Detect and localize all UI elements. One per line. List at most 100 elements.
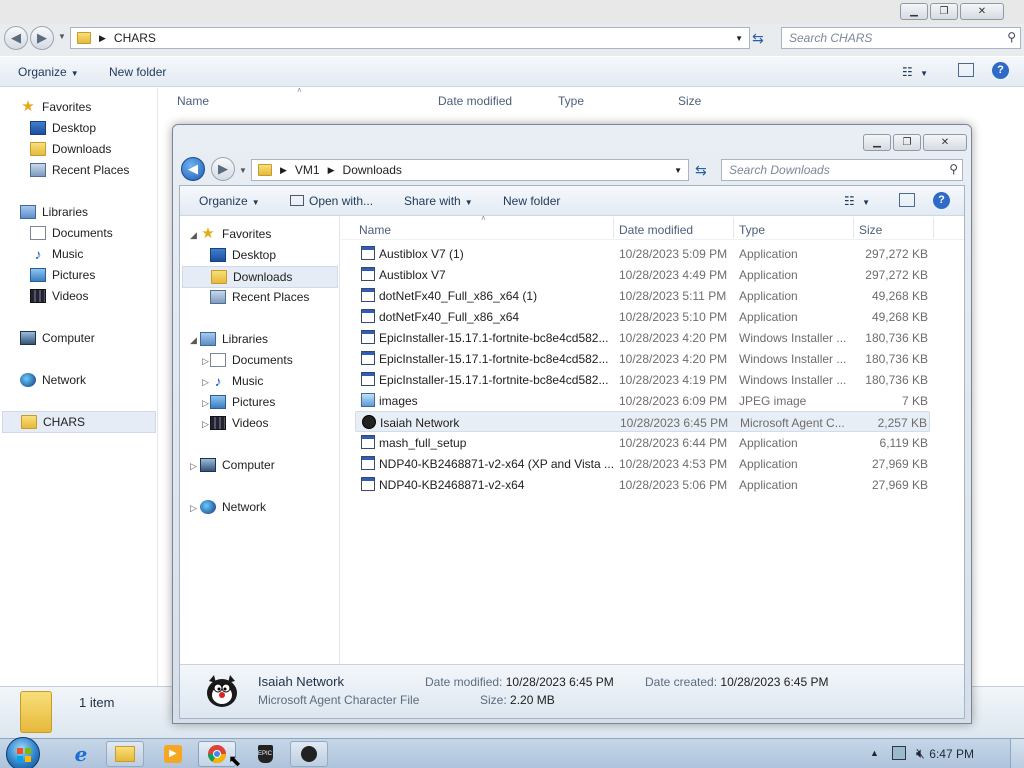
- nav-favorites[interactable]: ★ Favorites: [20, 99, 91, 114]
- views-icon[interactable]: ☷ ▼: [902, 65, 928, 79]
- file-row[interactable]: mash_full_setup 10/28/2023 6:44 PM Applica…: [355, 432, 930, 453]
- column-type[interactable]: Type: [739, 223, 765, 237]
- views-icon[interactable]: ☷ ▼: [844, 194, 870, 208]
- file-row[interactable]: Austiblox V7 (1) 10/28/2023 5:09 PM Applic…: [355, 243, 930, 264]
- agent-character-icon[interactable]: [290, 741, 328, 767]
- expand-arrow-icon[interactable]: ▷: [190, 461, 197, 472]
- share-with-button[interactable]: Share with ▼: [404, 194, 473, 208]
- nav-network[interactable]: Network: [20, 373, 86, 387]
- nav-music[interactable]: ♪ Music: [210, 374, 264, 388]
- file-row[interactable]: NDP40-KB2468871-v2-x64 10/28/2023 5:06 PM…: [355, 474, 930, 495]
- refresh-icon[interactable]: ⇆: [752, 30, 764, 47]
- column-size[interactable]: Size: [859, 223, 882, 237]
- file-row[interactable]: dotNetFx40_Full_x86_x64 (1) 10/28/2023 5:…: [355, 285, 930, 306]
- nav-pictures[interactable]: Pictures: [30, 268, 95, 282]
- address-bar[interactable]: ▶ CHARS ▼: [70, 27, 750, 49]
- column-type[interactable]: Type: [558, 94, 584, 108]
- start-button[interactable]: [6, 737, 40, 768]
- file-row[interactable]: images 10/28/2023 6:09 PM JPEG image 7 KB: [355, 390, 930, 411]
- organize-button[interactable]: Organize ▼: [18, 65, 79, 79]
- close-button[interactable]: ✕: [960, 3, 1004, 20]
- expand-arrow-icon[interactable]: ▷: [202, 398, 209, 409]
- nav-libraries[interactable]: Libraries: [20, 205, 88, 219]
- column-date-modified[interactable]: Date modified: [619, 223, 693, 237]
- recent-pages-dropdown[interactable]: ▼: [58, 32, 66, 41]
- nav-recent-places[interactable]: Recent Places: [210, 290, 309, 304]
- expand-arrow-icon[interactable]: ▷: [202, 377, 209, 388]
- file-row[interactable]: EpicInstaller-15.17.1-fortnite-bc8e4cd58…: [355, 327, 930, 348]
- expand-arrow-icon[interactable]: ▷: [202, 356, 209, 367]
- back-button[interactable]: ◀: [181, 157, 205, 181]
- search-input[interactable]: Search Downloads ⚲: [721, 159, 963, 181]
- nav-computer[interactable]: Computer: [200, 458, 275, 472]
- network-status-icon[interactable]: [892, 746, 906, 760]
- nav-music[interactable]: ♪ Music: [30, 247, 84, 261]
- file-row[interactable]: dotNetFx40_Full_x86_x64 10/28/2023 5:10 P…: [355, 306, 930, 327]
- file-type: Application: [739, 289, 798, 303]
- breadcrumb-vm1[interactable]: VM1: [295, 163, 320, 177]
- nav-videos[interactable]: Videos: [210, 416, 268, 430]
- help-icon[interactable]: ?: [992, 62, 1009, 79]
- search-input[interactable]: Search CHARS ⚲: [781, 27, 1021, 49]
- nav-recent-places[interactable]: Recent Places: [30, 163, 129, 177]
- file-row[interactable]: Austiblox V7 10/28/2023 4:49 PM Applicatio…: [355, 264, 930, 285]
- forward-button[interactable]: ▶: [211, 157, 235, 181]
- maximize-button[interactable]: ❐: [930, 3, 958, 20]
- clock[interactable]: 6:47 PM: [929, 747, 974, 761]
- column-name[interactable]: Name: [177, 94, 209, 108]
- column-name[interactable]: Name: [359, 223, 391, 237]
- nav-chars[interactable]: CHARS: [2, 411, 156, 433]
- nav-pictures[interactable]: Pictures: [210, 395, 275, 409]
- nav-favorites[interactable]: ★ Favorites: [200, 226, 271, 241]
- epic-games-icon[interactable]: EPIC: [246, 741, 284, 767]
- nav-computer[interactable]: Computer: [20, 331, 95, 345]
- collapse-arrow-icon[interactable]: ◢: [190, 335, 197, 346]
- back-button[interactable]: ◀: [4, 26, 28, 50]
- refresh-icon[interactable]: ⇆: [695, 162, 707, 179]
- close-button[interactable]: ✕: [923, 134, 967, 151]
- nav-network[interactable]: Network: [200, 500, 266, 514]
- file-row[interactable]: EpicInstaller-15.17.1-fortnite-bc8e4cd58…: [355, 369, 930, 390]
- maximize-button[interactable]: ❐: [893, 134, 921, 151]
- minimize-button[interactable]: ▁: [863, 134, 891, 151]
- nav-desktop[interactable]: Desktop: [30, 121, 96, 135]
- column-size[interactable]: Size: [678, 94, 701, 108]
- nav-downloads[interactable]: Downloads: [30, 142, 111, 156]
- preview-pane-icon[interactable]: [958, 63, 974, 77]
- file-row[interactable]: Isaiah Network 10/28/2023 6:45 PM Microsof…: [355, 411, 930, 432]
- breadcrumb-chars[interactable]: CHARS: [114, 31, 156, 45]
- organize-button[interactable]: Organize ▼: [199, 194, 260, 208]
- show-desktop-button[interactable]: [1010, 739, 1024, 768]
- windows-explorer-icon[interactable]: [106, 741, 144, 767]
- title-bar[interactable]: ▁ ❐ ✕: [0, 0, 1024, 24]
- address-bar[interactable]: ▶ VM1 ▶ Downloads ▼: [251, 159, 689, 181]
- nav-documents[interactable]: Documents: [210, 353, 293, 367]
- minimize-button[interactable]: ▁: [900, 3, 928, 20]
- expand-arrow-icon[interactable]: ▷: [190, 503, 197, 514]
- videos-icon: [30, 289, 46, 303]
- nav-documents[interactable]: Documents: [30, 226, 113, 240]
- chevron-down-icon[interactable]: ▼: [735, 34, 743, 43]
- expand-arrow-icon[interactable]: ▷: [202, 419, 209, 430]
- nav-videos[interactable]: Videos: [30, 289, 88, 303]
- recent-pages-dropdown[interactable]: ▼: [239, 166, 247, 175]
- collapse-arrow-icon[interactable]: ◢: [190, 230, 197, 241]
- preview-pane-icon[interactable]: [899, 193, 915, 207]
- nav-libraries[interactable]: Libraries: [200, 332, 268, 346]
- help-icon[interactable]: ?: [933, 192, 950, 209]
- file-row[interactable]: EpicInstaller-15.17.1-fortnite-bc8e4cd58…: [355, 348, 930, 369]
- breadcrumb-downloads[interactable]: Downloads: [343, 163, 402, 177]
- forward-button[interactable]: ▶: [30, 26, 54, 50]
- new-folder-button[interactable]: New folder: [503, 194, 560, 208]
- nav-desktop[interactable]: Desktop: [210, 248, 276, 262]
- nav-downloads[interactable]: Downloads: [182, 266, 338, 288]
- volume-muted-icon[interactable]: 🔇︎: [916, 745, 925, 762]
- internet-explorer-icon[interactable]: e: [62, 741, 100, 767]
- media-player-icon[interactable]: ▶: [154, 741, 192, 767]
- new-folder-button[interactable]: New folder: [109, 65, 166, 79]
- chevron-down-icon[interactable]: ▼: [674, 166, 682, 175]
- column-date-modified[interactable]: Date modified: [438, 94, 512, 108]
- open-with-button[interactable]: Open with...: [290, 194, 373, 208]
- show-hidden-icons-icon[interactable]: ▲: [870, 748, 879, 758]
- file-row[interactable]: NDP40-KB2468871-v2-x64 (XP and Vista ...…: [355, 453, 930, 474]
